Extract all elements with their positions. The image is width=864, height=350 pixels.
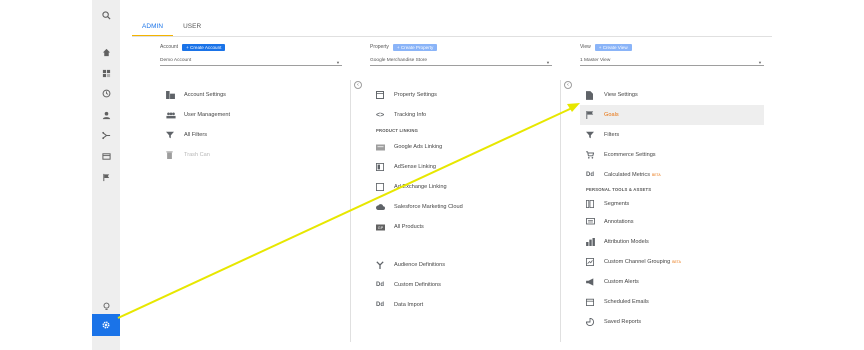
ga-admin-screen: ADMIN USER Account + Create Account Demo… — [0, 0, 864, 350]
annotation-arrow — [117, 103, 580, 319]
